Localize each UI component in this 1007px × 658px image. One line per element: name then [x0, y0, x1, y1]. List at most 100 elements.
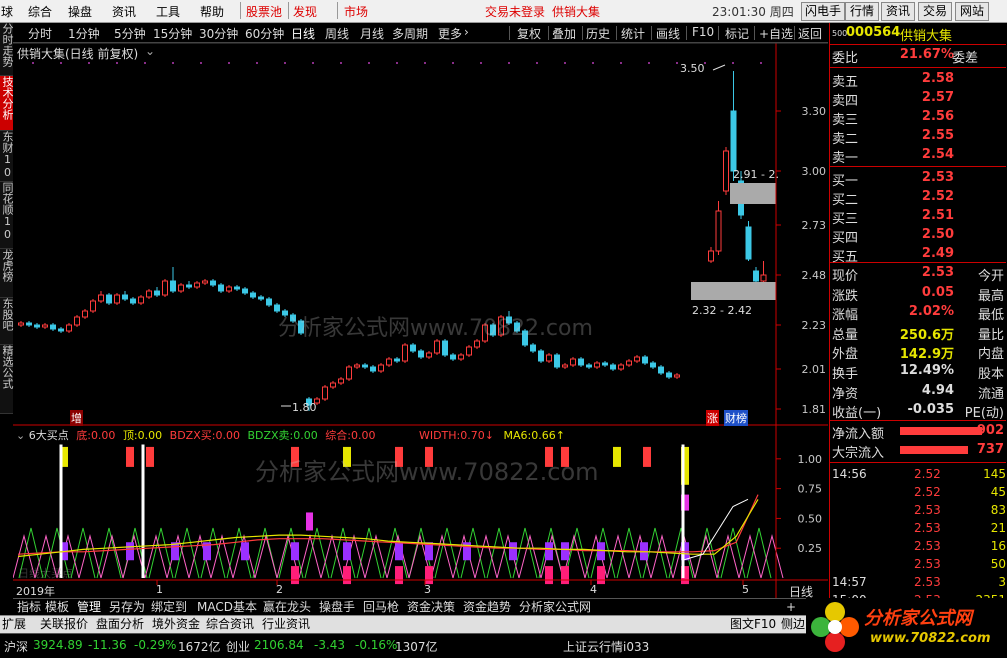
menu-item-caopan[interactable]: 操盘: [68, 3, 92, 20]
price-tick-label: 2.73: [802, 219, 827, 232]
func-10[interactable]: 资金趋势: [463, 599, 511, 615]
menu-item-discover[interactable]: 发现: [293, 3, 317, 20]
index1-name[interactable]: 沪深: [4, 638, 28, 655]
chevron-right-icon[interactable]: ›: [464, 25, 469, 39]
left-tab-tonghuashun[interactable]: 同花顺10: [0, 182, 14, 249]
func-9[interactable]: 资金决策: [407, 599, 455, 615]
tool-add-watchlist[interactable]: +自选: [759, 25, 793, 42]
indicator-name[interactable]: 6大买点: [29, 429, 69, 442]
ask-row-1[interactable]: 卖四 2.57: [830, 89, 1006, 109]
tab-2[interactable]: 盘面分析: [96, 616, 144, 632]
left-tab-guba[interactable]: 东股吧: [0, 298, 14, 345]
left-tab-formulas[interactable]: 精选公式: [0, 345, 14, 414]
period-monthly[interactable]: 月线: [360, 25, 384, 42]
period-daily[interactable]: 日线: [291, 25, 315, 42]
chevron-down-icon[interactable]: ⌄: [145, 44, 155, 58]
bid-row-4[interactable]: 买五 2.49: [830, 245, 1006, 265]
bid-row-0[interactable]: 买一 2.53: [830, 169, 1006, 189]
quote-panel: 500 000564 供销大集 委比 21.67% 委差 14:56 2.52 14…: [829, 23, 1007, 613]
index2-name[interactable]: 创业: [226, 638, 250, 655]
menu-item-help[interactable]: 帮助: [200, 3, 224, 20]
func-7[interactable]: 操盘手: [319, 599, 355, 615]
menu-item-zonghe[interactable]: 综合: [28, 3, 52, 20]
zeng-badge[interactable]: 增: [70, 410, 83, 426]
menu-item-qiu[interactable]: 球: [1, 3, 13, 20]
candle-body: [178, 284, 184, 292]
wave-line-pink: [760, 534, 784, 579]
menu-item-zixun[interactable]: 资讯: [112, 3, 136, 20]
func-0[interactable]: 指标: [17, 599, 41, 615]
func-4[interactable]: 绑定到: [151, 599, 187, 615]
quote-button[interactable]: 行情: [845, 2, 879, 21]
func-1[interactable]: 模板: [45, 599, 69, 615]
period-weekly[interactable]: 周线: [325, 25, 349, 42]
tool-mark[interactable]: 标记: [725, 25, 749, 42]
left-tab-longhubang[interactable]: 龙虎榜: [0, 249, 14, 298]
caibang-badge[interactable]: 财榜: [724, 410, 748, 426]
tool-overlay[interactable]: 叠加: [552, 25, 576, 42]
ask-row-0[interactable]: 卖五 2.58: [830, 70, 1006, 90]
period-more[interactable]: 更多: [438, 25, 462, 42]
bid-row-2[interactable]: 买三 2.51: [830, 207, 1006, 227]
tab-right-0[interactable]: 图文F10: [730, 616, 776, 632]
candle-body: [402, 344, 408, 362]
func-5[interactable]: MACD基本: [197, 599, 257, 615]
tab-right-1[interactable]: 侧边: [781, 616, 805, 632]
top-marker: [620, 62, 622, 64]
left-tab-fenshi[interactable]: 分时走势: [0, 23, 14, 76]
tool-draw[interactable]: 画线: [656, 25, 680, 42]
flash-trade-button[interactable]: 闪电手: [801, 2, 845, 21]
func-2[interactable]: 管理: [77, 599, 101, 615]
left-tab-dongcai[interactable]: 东财10: [0, 131, 14, 182]
stat-row-5[interactable]: 换手 12.49% 股本: [830, 362, 1006, 382]
ask-row-2[interactable]: 卖三 2.56: [830, 108, 1006, 128]
tab-4[interactable]: 综合资讯: [206, 616, 254, 632]
stat-row-0[interactable]: 现价 2.53 今开: [830, 264, 1006, 284]
stat-row-4[interactable]: 外盘 142.9万 内盘: [830, 342, 1006, 362]
zhang-badge[interactable]: 涨: [706, 410, 719, 426]
stat-row-2[interactable]: 涨幅 2.02% 最低: [830, 303, 1006, 323]
period-multi[interactable]: 多周期: [392, 25, 428, 42]
ask-row-4[interactable]: 卖一 2.54: [830, 146, 1006, 166]
period-fenshi[interactable]: 分时: [28, 25, 52, 42]
func-3[interactable]: 另存为: [109, 599, 145, 615]
website-button[interactable]: 网站: [955, 2, 989, 21]
ask-row-3[interactable]: 卖二 2.55: [830, 127, 1006, 147]
tab-1[interactable]: 关联报价: [40, 616, 88, 632]
tab-5[interactable]: 行业资讯: [262, 616, 310, 632]
bid-row-3[interactable]: 买四 2.50: [830, 226, 1006, 246]
tab-0[interactable]: 扩展: [2, 616, 26, 632]
tool-back[interactable]: 返回: [798, 25, 822, 42]
period-30min[interactable]: 30分钟: [199, 25, 238, 42]
trade-status[interactable]: 交易未登录: [485, 3, 545, 20]
bid-row-1[interactable]: 买二 2.52: [830, 188, 1006, 208]
stat-row-7[interactable]: 收益(一) -0.035 PE(动): [830, 401, 1006, 421]
indicator-toggle-icon[interactable]: ⌄: [16, 429, 25, 442]
stat-row-1[interactable]: 涨跌 0.05 最高: [830, 284, 1006, 304]
func-11[interactable]: 分析家公式网: [519, 599, 591, 615]
left-tab-tech-analysis[interactable]: 技术分析: [0, 76, 14, 131]
flow-row-0[interactable]: 净流入额 902: [830, 422, 1006, 442]
func-add-button[interactable]: +: [786, 599, 796, 615]
period-60min[interactable]: 60分钟: [245, 25, 284, 42]
menu-item-market[interactable]: 市场: [344, 3, 368, 20]
func-8[interactable]: 回马枪: [363, 599, 399, 615]
tool-stats[interactable]: 统计: [621, 25, 645, 42]
period-5min[interactable]: 5分钟: [114, 25, 146, 42]
func-6[interactable]: 赢在龙头: [263, 599, 311, 615]
trade-button[interactable]: 交易: [918, 2, 952, 21]
flow-row-1[interactable]: 大宗流入 737: [830, 441, 1006, 461]
period-15min[interactable]: 15分钟: [153, 25, 192, 42]
info-button[interactable]: 资讯: [881, 2, 915, 21]
candle-body: [450, 354, 456, 360]
menu-item-tools[interactable]: 工具: [156, 3, 180, 20]
ind-ma6-label: MA6:: [503, 429, 532, 442]
tool-f10[interactable]: F10: [692, 25, 714, 39]
stat-row-3[interactable]: 总量 250.6万 量比: [830, 323, 1006, 343]
tool-history[interactable]: 历史: [586, 25, 610, 42]
tab-3[interactable]: 境外资金: [152, 616, 200, 632]
period-1min[interactable]: 1分钟: [68, 25, 100, 42]
menu-item-stockpool[interactable]: 股票池: [246, 3, 282, 20]
stat-row-6[interactable]: 净资 4.94 流通: [830, 382, 1006, 402]
tool-fuquan[interactable]: 复权: [517, 25, 541, 42]
